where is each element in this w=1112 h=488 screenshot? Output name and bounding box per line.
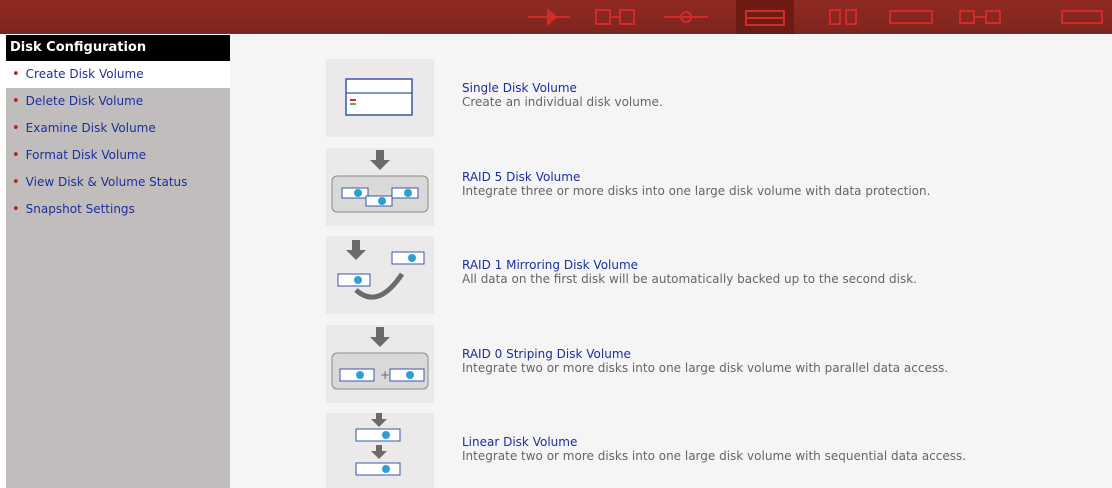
- sidebar-item-format-disk-volume[interactable]: • Format Disk Volume: [6, 142, 230, 169]
- sidebar-item-label: Format Disk Volume: [25, 148, 146, 162]
- option-single-disk-volume[interactable]: Single Disk Volume Create an individual …: [326, 59, 1086, 141]
- toolbar-icon-set: [528, 7, 1103, 27]
- raid0-icon[interactable]: +: [326, 325, 434, 403]
- sidebar-item-delete-disk-volume[interactable]: • Delete Disk Volume: [6, 88, 230, 115]
- option-raid5-disk-volume[interactable]: RAID 5 Disk Volume Integrate three or mo…: [326, 148, 1086, 230]
- bullet-icon: •: [12, 121, 20, 136]
- folder-icon[interactable]: [889, 10, 933, 24]
- linear-disk-icon[interactable]: [326, 413, 434, 488]
- bullet-icon: •: [12, 94, 20, 109]
- option-title[interactable]: Single Disk Volume: [462, 81, 663, 95]
- option-linear-disk-volume[interactable]: Linear Disk Volume Integrate two or more…: [326, 413, 1086, 488]
- bullet-icon: •: [12, 175, 20, 190]
- option-text: Single Disk Volume Create an individual …: [462, 81, 663, 109]
- option-text: RAID 0 Striping Disk Volume Integrate tw…: [462, 347, 948, 375]
- sidebar-item-label: Delete Disk Volume: [25, 94, 144, 108]
- sidebar-header: Disk Configuration: [6, 35, 230, 61]
- tools-icon[interactable]: [1061, 10, 1103, 24]
- sidebar-item-view-disk-volume-status[interactable]: • View Disk & Volume Status: [6, 169, 230, 196]
- single-disk-icon[interactable]: [326, 59, 434, 137]
- option-title[interactable]: RAID 0 Striping Disk Volume: [462, 347, 948, 361]
- option-title[interactable]: RAID 5 Disk Volume: [462, 170, 930, 184]
- option-text: Linear Disk Volume Integrate two or more…: [462, 435, 966, 463]
- option-title[interactable]: Linear Disk Volume: [462, 435, 966, 449]
- disk-icon[interactable]: [745, 10, 785, 26]
- bullet-icon: •: [12, 67, 20, 82]
- sidebar-item-snapshot-settings[interactable]: • Snapshot Settings: [6, 196, 230, 223]
- option-text: RAID 1 Mirroring Disk Volume All data on…: [462, 258, 917, 286]
- users-icon[interactable]: [829, 9, 857, 25]
- main-content: Single Disk Volume Create an individual …: [230, 35, 1112, 488]
- option-description: Create an individual disk volume.: [462, 95, 663, 109]
- network-icon[interactable]: [528, 7, 570, 27]
- svg-text:+: +: [380, 368, 390, 382]
- sidebar-item-label: Examine Disk Volume: [25, 121, 156, 135]
- option-description: Integrate two or more disks into one lar…: [462, 361, 949, 375]
- sidebar: Disk Configuration • Create Disk Volume •…: [6, 35, 230, 488]
- option-raid1-disk-volume[interactable]: RAID 1 Mirroring Disk Volume All data on…: [326, 236, 1086, 318]
- toolbar-icons: [0, 0, 1112, 34]
- raid1-icon[interactable]: [326, 236, 434, 314]
- option-description: Integrate three or more disks into one l…: [462, 184, 931, 198]
- option-description: Integrate two or more disks into one lar…: [462, 449, 967, 463]
- sidebar-item-label: Create Disk Volume: [25, 67, 144, 81]
- bullet-icon: •: [12, 148, 20, 163]
- sidebar-item-examine-disk-volume[interactable]: • Examine Disk Volume: [6, 115, 230, 142]
- connector-icon[interactable]: [595, 9, 635, 25]
- raid5-icon[interactable]: [326, 148, 434, 226]
- option-title[interactable]: RAID 1 Mirroring Disk Volume: [462, 258, 917, 272]
- top-toolbar: [0, 0, 1112, 34]
- bullet-icon: •: [12, 202, 20, 217]
- option-raid0-disk-volume[interactable]: + RAID 0 Striping Disk Volume Integrate …: [326, 325, 1086, 407]
- sidebar-item-label: Snapshot Settings: [25, 202, 135, 216]
- sidebar-item-create-disk-volume[interactable]: • Create Disk Volume: [6, 61, 230, 88]
- option-description: All data on the first disk will be autom…: [462, 272, 917, 286]
- transfer-icon[interactable]: [664, 11, 708, 23]
- sidebar-item-label: View Disk & Volume Status: [25, 175, 188, 189]
- link-icon[interactable]: [959, 10, 1001, 24]
- option-text: RAID 5 Disk Volume Integrate three or mo…: [462, 170, 930, 198]
